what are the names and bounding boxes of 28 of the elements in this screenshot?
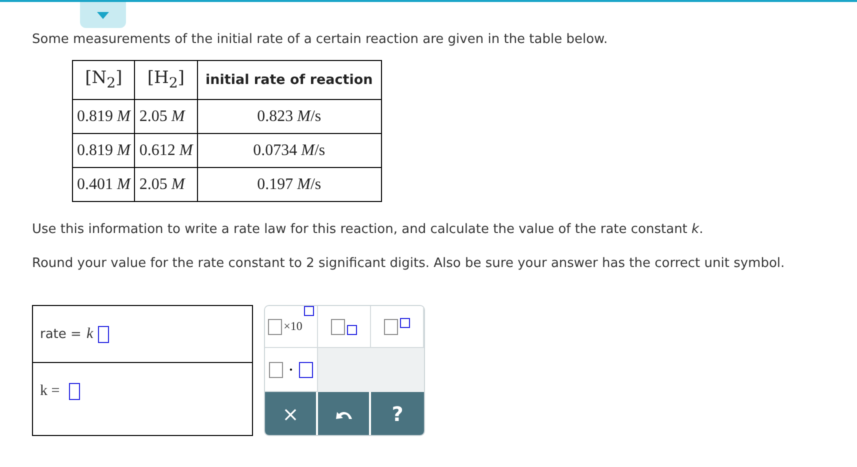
undo-button[interactable]: [318, 392, 371, 435]
clear-button[interactable]: ×: [265, 392, 318, 435]
column-header: [N$_{2}$]: [72, 60, 135, 100]
table-cell: 0.823 M/s: [197, 100, 382, 134]
table-cell: 2.05 M: [134, 100, 198, 134]
answer-field[interactable]: [68, 383, 80, 400]
instruction-text: Round your value for the rate constant to 2 significant digits. Also be sure your answer has the correct unit symbol.: [32, 255, 786, 273]
caret-down-icon: [97, 12, 109, 18]
instruction-text: Use this information to write a rate law for this reaction, and calculate the value of the rate constant k.: [32, 221, 704, 239]
superscript-button[interactable]: [371, 306, 424, 348]
table-cell: 2.05 M: [134, 168, 198, 202]
column-header: [H$_{2}$]: [134, 60, 198, 100]
equation-label: rate =: [40, 326, 82, 342]
table-cell: 0.819 M: [72, 134, 135, 168]
subscript-button[interactable]: [318, 306, 371, 348]
table-cell: 0.401 M: [72, 168, 135, 202]
rate-constant-symbol: k: [86, 326, 94, 342]
help-button[interactable]: ?: [371, 392, 424, 435]
table-cell: 0.612 M: [134, 134, 198, 168]
answer-field[interactable]: [98, 326, 110, 342]
equation-label: k =: [40, 383, 60, 400]
table-cell: 0.0734 M/s: [197, 134, 382, 168]
power-of-ten-button[interactable]: ×10: [265, 306, 318, 348]
table-cell: 0.819 M: [72, 100, 135, 134]
intro-text: Some measurements of the initial rate of a certain reaction are given in the table below.: [32, 31, 609, 49]
column-header: initial rate of reaction: [197, 60, 382, 100]
multiply-dot-button[interactable]: ·: [265, 348, 318, 392]
table-cell: 0.197 M/s: [197, 168, 382, 202]
